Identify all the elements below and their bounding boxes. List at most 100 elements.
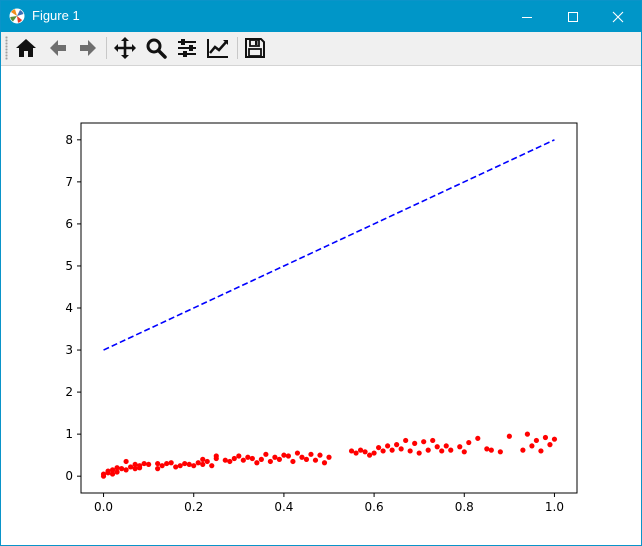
maximize-icon — [568, 11, 578, 22]
data-point — [488, 447, 494, 453]
minimize-icon — [522, 16, 532, 18]
data-point — [236, 453, 242, 459]
forward-button[interactable] — [75, 35, 101, 61]
y-tick-label: 2 — [65, 385, 73, 399]
data-point — [249, 455, 255, 462]
data-point — [159, 463, 165, 469]
data-point — [551, 436, 558, 442]
data-point — [385, 443, 391, 449]
data-point — [231, 455, 237, 462]
y-tick-label: 3 — [65, 343, 73, 357]
x-tick-label: 0.4 — [274, 500, 293, 514]
home-icon — [16, 39, 36, 57]
minimize-button[interactable] — [504, 1, 550, 32]
data-point — [209, 463, 215, 469]
data-point — [285, 453, 292, 459]
data-point — [105, 468, 111, 474]
data-point — [164, 460, 170, 467]
data-point — [366, 452, 373, 458]
data-point — [466, 439, 472, 446]
data-point — [457, 444, 463, 450]
save-button[interactable] — [242, 35, 268, 61]
data-point — [353, 450, 359, 456]
data-point — [533, 437, 540, 444]
data-point — [461, 449, 467, 455]
pan-icon — [114, 37, 136, 59]
data-point — [524, 431, 531, 437]
data-point — [123, 458, 129, 465]
data-point — [123, 467, 129, 473]
data-point — [303, 456, 310, 462]
data-point — [529, 443, 535, 449]
data-point — [182, 460, 188, 467]
data-point — [146, 461, 152, 468]
zoom-icon — [146, 38, 167, 59]
data-point — [425, 447, 431, 453]
data-point — [506, 433, 512, 439]
maximize-button[interactable] — [550, 1, 596, 32]
data-point — [443, 443, 449, 449]
data-point — [263, 451, 269, 457]
data-point — [227, 458, 233, 465]
data-point — [475, 435, 481, 441]
data-point — [416, 450, 422, 456]
toolbar-separator — [237, 37, 238, 59]
data-point — [542, 434, 549, 441]
x-tick-label: 0.2 — [184, 500, 203, 514]
data-point — [272, 454, 278, 460]
data-point — [132, 461, 138, 468]
data-point — [376, 444, 382, 451]
zoom-button[interactable] — [143, 35, 169, 61]
toolbar-separator — [106, 37, 107, 59]
data-point — [421, 439, 427, 445]
toolbar-grip[interactable] — [5, 36, 8, 60]
close-button[interactable] — [595, 1, 641, 32]
data-point — [412, 440, 418, 446]
back-button[interactable] — [45, 35, 71, 61]
data-point — [168, 460, 174, 466]
data-point — [281, 452, 287, 458]
y-tick-label: 7 — [65, 175, 73, 189]
data-point — [439, 448, 445, 454]
subplots-button[interactable] — [174, 35, 200, 61]
x-tick-label: 1.0 — [545, 500, 564, 514]
data-point — [294, 450, 301, 456]
data-point — [222, 457, 228, 463]
data-point — [276, 456, 282, 462]
window-title: Figure 1 — [32, 8, 80, 23]
data-point — [380, 448, 386, 454]
figure-canvas[interactable]: 0.0 0.2 0.4 0.6 0.8 1.0 0 1 2 3 4 5 6 7 8 — [1, 66, 641, 545]
data-point — [362, 449, 368, 455]
y-tick-label: 4 — [65, 301, 73, 315]
y-tick-label: 8 — [65, 133, 73, 147]
data-point — [200, 461, 206, 468]
subplots-icon — [178, 39, 196, 57]
data-point — [100, 471, 107, 477]
data-point — [128, 464, 134, 470]
edit-curves-button[interactable] — [205, 35, 231, 61]
y-tick-label: 5 — [65, 259, 73, 273]
data-point — [403, 437, 409, 444]
data-point — [191, 463, 197, 469]
x-tick-label: 0.6 — [365, 500, 384, 514]
data-point — [308, 451, 314, 457]
data-point — [258, 456, 264, 462]
data-point — [177, 463, 183, 469]
y-tick-label: 6 — [65, 217, 73, 231]
data-point — [371, 450, 377, 456]
data-point — [213, 453, 219, 459]
pan-button[interactable] — [112, 35, 138, 61]
data-point — [497, 449, 503, 455]
title-bar[interactable]: Figure 1 — [1, 1, 641, 32]
y-tick-label: 1 — [65, 427, 73, 441]
data-point — [398, 446, 404, 452]
back-arrow-icon — [50, 40, 66, 56]
home-button[interactable] — [13, 35, 39, 61]
data-point — [312, 457, 319, 463]
data-point — [394, 442, 400, 448]
data-point — [538, 448, 544, 454]
data-point — [254, 460, 260, 466]
close-icon — [612, 11, 624, 22]
data-point — [173, 464, 179, 470]
forward-arrow-icon — [80, 40, 96, 56]
